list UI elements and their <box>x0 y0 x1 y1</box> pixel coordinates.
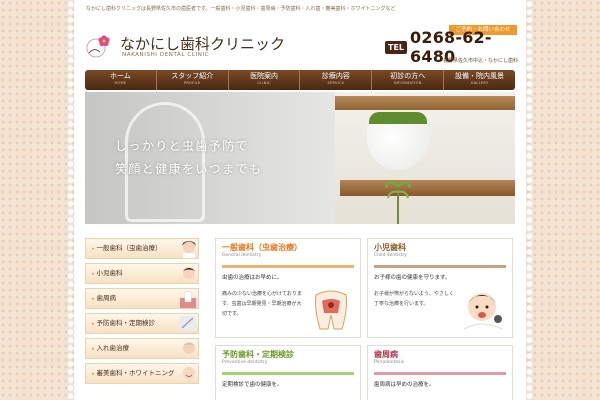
clinic-name-english: NAKANISHI DENTAL CLINIC <box>122 52 210 58</box>
card-accent-line <box>374 372 506 375</box>
card-subtitle: Preventive dentistry <box>222 360 268 365</box>
site-logo[interactable]: なかにし歯科クリニック NAKANISHI DENTAL CLINIC <box>86 33 285 63</box>
sidebar-item-general[interactable]: 一般歯科（虫歯治療） <box>85 238 199 259</box>
hero-background-wall <box>335 92 515 224</box>
sidebar-item-dentures[interactable]: 入れ歯治療 <box>85 338 199 359</box>
card-header: 予防歯科・定期検診 Preventive dentistry <box>216 346 360 372</box>
nav-sublabel: SERVICE <box>327 81 345 85</box>
clinic-name: なかにし歯科クリニック <box>120 35 286 53</box>
smile-icon <box>183 367 195 379</box>
clinic-address: 長野県佐久市中込・なかにし歯科 <box>442 58 518 64</box>
flower-logo-icon <box>86 35 110 58</box>
nav-label: 医院案内 <box>250 72 279 80</box>
nav-label: 初診の方へ <box>390 72 426 80</box>
main-nav: ホーム HOME スタッフ紹介 PROFILE 医院案内 CLINIC 診療内容… <box>85 70 515 90</box>
card-accent-line <box>222 372 354 375</box>
child-patient-icon <box>463 293 503 330</box>
hero-tagline-1: しっかりと虫歯予防で <box>115 139 250 153</box>
sidebar-menu: 一般歯科（虫歯治療） 小児歯科 歯周病 予防歯科・定期検診 入れ歯治療 <box>85 238 199 388</box>
card-subtitle: General dentistry <box>222 253 262 258</box>
sprout-plant-icon <box>385 181 411 224</box>
card-heading: 歯周病は早めの治療を。 <box>374 382 435 388</box>
sidebar-item-label: 小児歯科 <box>92 264 123 283</box>
nav-label: 診療内容 <box>321 72 350 80</box>
nav-information[interactable]: 初診の方へ INFORMATION <box>372 70 445 90</box>
service-card-pediatric[interactable]: 小児歯科 Child dentistry お子様の歯の健康を守ります。 お子様が… <box>367 238 513 338</box>
shelf-image <box>340 180 515 196</box>
sidebar-item-label: 予防歯科・定期検診 <box>92 314 156 333</box>
lace-border-right <box>526 0 533 400</box>
card-heading: 虫歯の治療はお早めに。 <box>222 275 283 281</box>
card-text: お子様が怖がらないよう、やさしく丁寧な治療を行います。 <box>374 291 454 307</box>
nav-label: 設備・院内風景 <box>455 72 505 80</box>
nav-sublabel: PROFILE <box>183 81 201 85</box>
card-title: 一般歯科（虫歯治療） <box>222 243 302 252</box>
card-title: 歯周病 <box>374 350 398 359</box>
tooth-gum-icon <box>180 291 196 308</box>
sidebar-item-label: 歯周病 <box>92 289 117 308</box>
card-title: 小児歯科 <box>374 243 406 252</box>
nav-gallery[interactable]: 設備・院内風景 GALLERY <box>444 70 515 90</box>
tel-badge: TEL <box>385 40 408 54</box>
nav-sublabel: INFORMATION <box>393 81 422 85</box>
phone-number[interactable]: TEL 0268-62-6480 <box>385 28 526 66</box>
nav-sublabel: CLINIC <box>257 81 271 85</box>
card-title: 予防歯科・定期検診 <box>222 350 294 359</box>
elder-face-icon <box>183 342 195 354</box>
page-body: なかにし歯科クリニックは長野県佐久市の歯医者です。一般歯科・小児歯科・歯周病・予… <box>67 0 533 400</box>
hero-banner: しっかりと虫歯予防で 笑顔と健康をいつまでも <box>85 92 515 224</box>
nav-clinic[interactable]: 医院案内 CLINIC <box>229 70 301 90</box>
card-heading: 定期検診で歯の健康を。 <box>222 382 283 388</box>
dental-tool-icon <box>179 316 196 331</box>
sidebar-item-cosmetic[interactable]: 審美歯科・ホワイトニング <box>85 363 199 384</box>
card-subtitle: Child dentistry <box>374 253 407 258</box>
card-accent-line <box>222 265 354 268</box>
card-accent-line <box>374 265 506 268</box>
sidebar-item-preventive[interactable]: 予防歯科・定期検診 <box>85 313 199 334</box>
nav-staff[interactable]: スタッフ紹介 PROFILE <box>157 70 229 90</box>
card-header: 小児歯科 Child dentistry <box>368 239 512 265</box>
sidebar-item-label: 入れ歯治療 <box>92 339 130 358</box>
nav-service[interactable]: 診療内容 SERVICE <box>300 70 373 90</box>
nav-label: ホーム <box>110 72 131 80</box>
child-face-icon <box>183 267 195 279</box>
shelf-image <box>335 96 515 110</box>
sidebar-item-periodontal[interactable]: 歯周病 <box>85 288 199 309</box>
lace-border-left <box>67 0 74 400</box>
card-subtitle: Periodontosis <box>374 360 405 365</box>
nav-sublabel: HOME <box>114 81 127 85</box>
card-heading: お子様の歯の健康を守ります。 <box>374 275 451 281</box>
sidebar-item-pediatric[interactable]: 小児歯科 <box>85 263 199 284</box>
nav-home[interactable]: ホーム HOME <box>85 70 157 90</box>
service-card-periodontal[interactable]: 歯周病 Periodontosis 歯周病は早めの治療を。 <box>367 345 513 400</box>
card-header: 一般歯科（虫歯治療） General dentistry <box>216 239 360 265</box>
service-card-preventive[interactable]: 予防歯科・定期検診 Preventive dentistry 定期検診で歯の健康… <box>215 345 361 400</box>
tooth-cavity-icon <box>315 290 347 330</box>
card-text: 痛みの少ない治療を心がけております。虫歯は早期発見・早期治療が大切です。 <box>222 291 302 317</box>
card-header: 歯周病 Periodontosis <box>368 346 512 372</box>
top-description: なかにし歯科クリニックは長野県佐久市の歯医者です。一般歯科・小児歯科・歯周病・予… <box>86 6 396 12</box>
nav-label: スタッフ紹介 <box>171 72 214 80</box>
nav-sublabel: GALLERY <box>470 81 489 85</box>
sidebar-item-label: 審美歯科・ホワイトニング <box>92 364 175 383</box>
service-card-general[interactable]: 一般歯科（虫歯治療） General dentistry 虫歯の治療はお早めに。… <box>215 238 361 338</box>
sidebar-item-label: 一般歯科（虫歯治療） <box>92 239 162 258</box>
woman-face-icon <box>182 241 196 258</box>
hero-tagline-2: 笑顔と健康をいつまでも <box>115 162 263 176</box>
